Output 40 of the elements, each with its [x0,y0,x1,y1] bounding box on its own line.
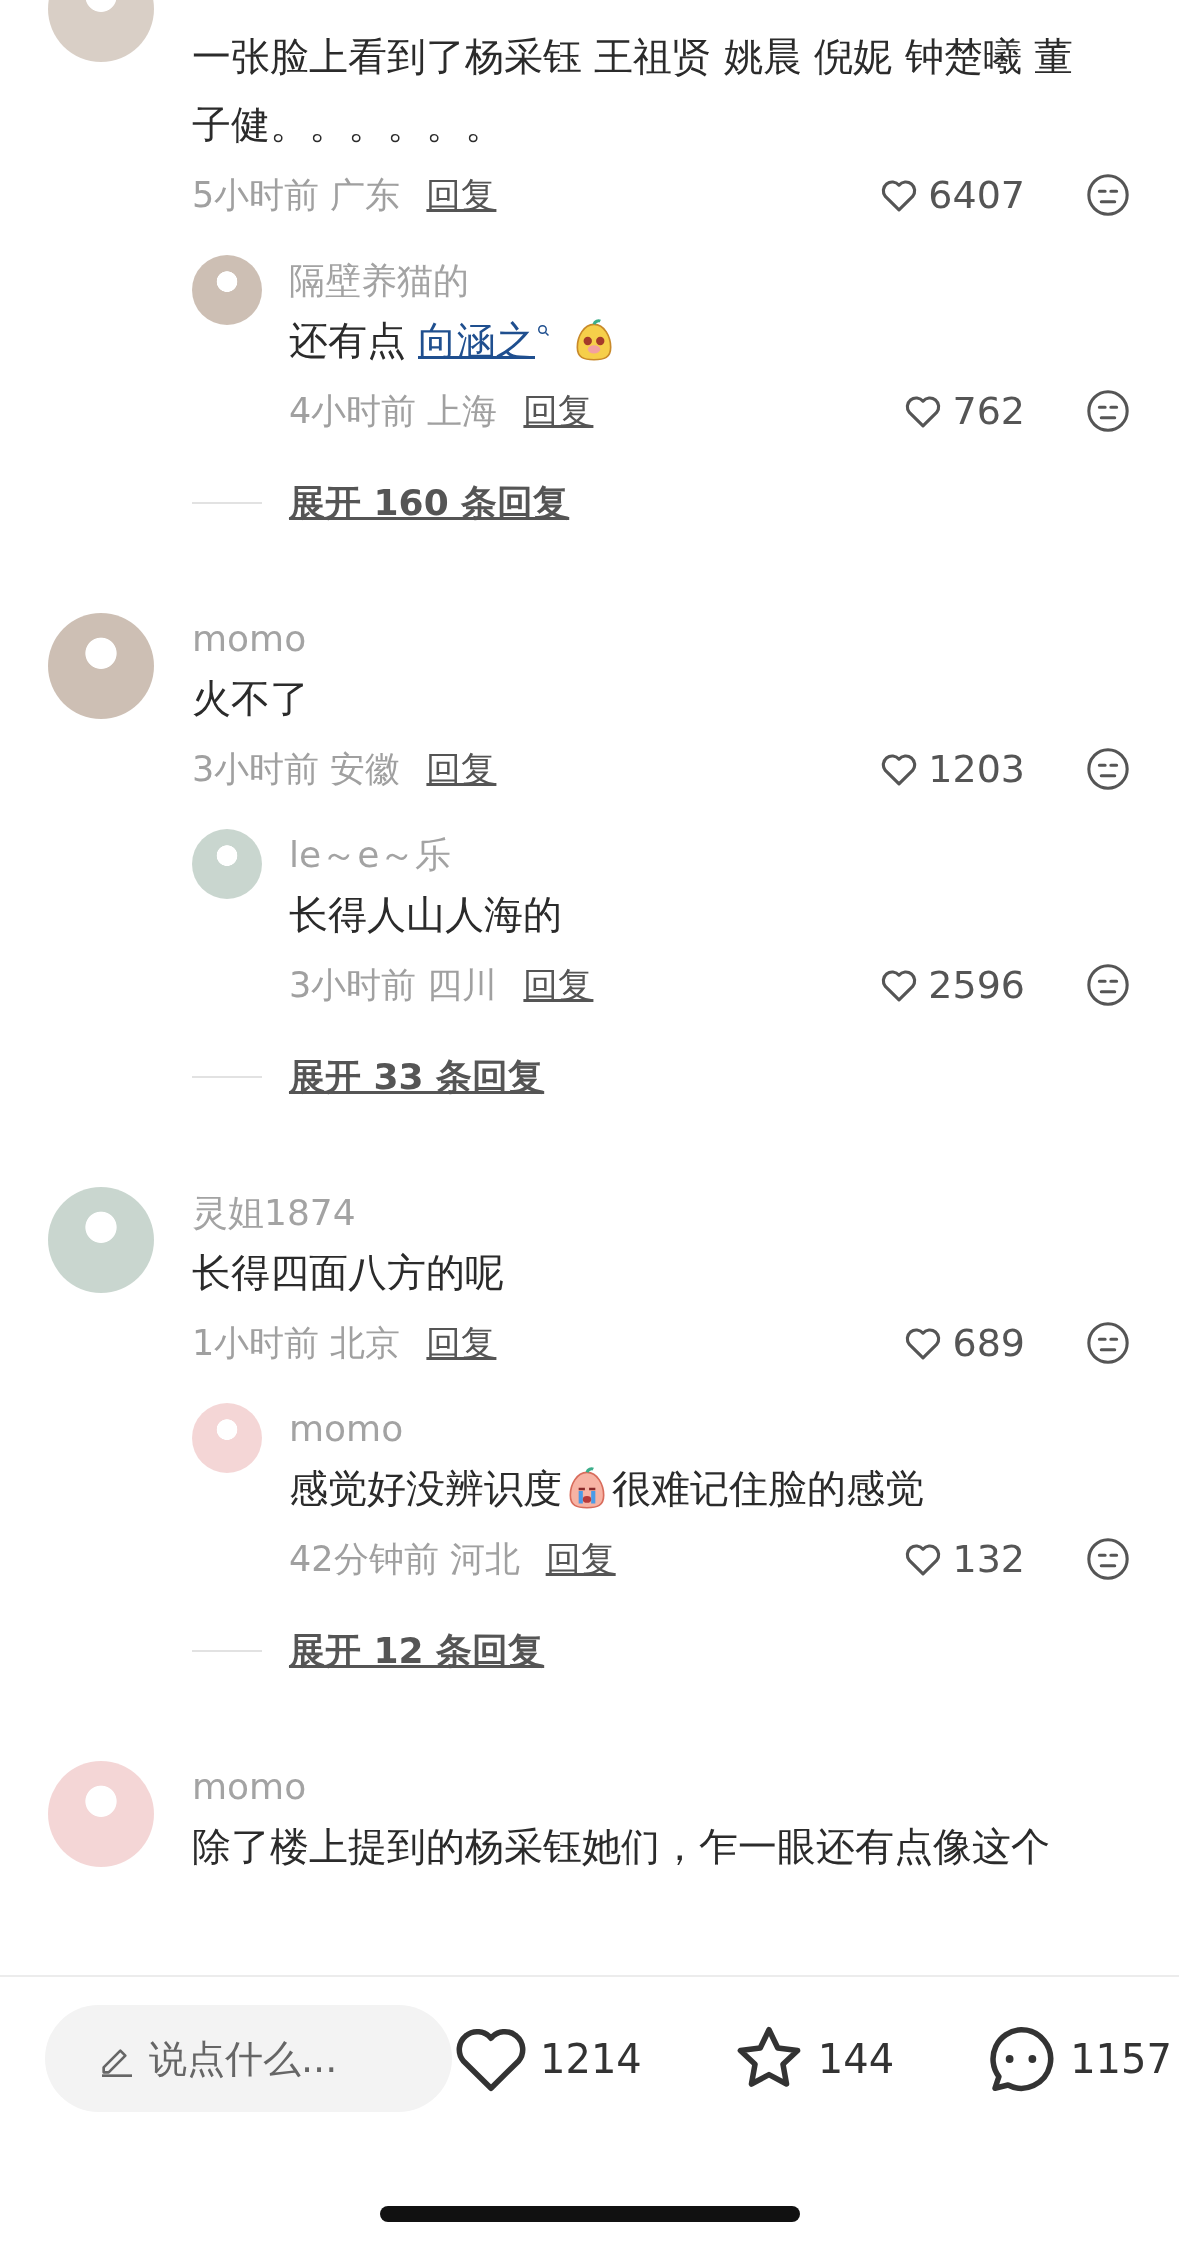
emoji-face-icon[interactable] [1085,1536,1131,1582]
action-count: 1214 [540,2034,642,2084]
reply-link[interactable]: 回复 [426,168,497,222]
like-button[interactable]: 2596 [876,956,1025,1014]
reply-link[interactable]: 回复 [426,742,497,796]
reply-text: 长得人山人海的 [289,891,562,939]
action-count: 1157 [1070,2034,1172,2084]
emoji-face-icon[interactable] [1085,746,1131,792]
reply-text: 感觉好没辨识度 [289,1465,562,1513]
comment-text: 火不了 [192,675,310,723]
expand-replies-link[interactable]: 展开 12 条回复 [289,1624,545,1678]
action-count: 144 [817,2034,895,2084]
comment-meta: 5小时前 广东 [192,173,401,217]
comment-input[interactable]: 说点什么... [45,2005,452,2112]
comment-meta: 1小时前 北京 [192,1321,401,1365]
reply-text: 很难记住脸的感觉 [612,1465,924,1513]
comment-text: 一张脸上看到了杨采钰 王祖贤 姚晨 倪妮 钟楚曦 董子健。。。。。。 [192,33,1074,149]
comment-meta: 3小时前 安徽 [192,747,401,791]
like-button[interactable]: 132 [900,1530,1025,1588]
reply-text: 还有点 [289,317,406,365]
like-button[interactable]: 762 [900,382,1025,440]
comment-text: 除了楼上提到的杨采钰她们，乍一眼还有点像这个 [192,1823,1051,1871]
reply-link[interactable]: 回复 [426,1316,497,1370]
expand-replies-link[interactable]: 展开 160 条回复 [289,476,570,530]
reply-link[interactable]: 回复 [523,384,594,438]
emoji-face-icon[interactable] [1085,172,1131,218]
comment-meta: 3小时前 四川 [289,963,498,1007]
comment-meta: 42分钟前 河北 [289,1537,520,1581]
like-button[interactable]: 6407 [876,166,1025,224]
comment-meta: 4小时前 上海 [289,389,498,433]
reply-link[interactable]: 回复 [545,1532,616,1586]
emoji-face-icon[interactable] [1085,388,1131,434]
like-button[interactable]: 689 [900,1314,1025,1372]
comment-text: 长得四面八方的呢 [192,1249,505,1297]
emoji-face-icon[interactable] [1085,962,1131,1008]
expand-replies-link[interactable]: 展开 33 条回复 [289,1050,545,1104]
emoji-face-icon[interactable] [1085,1320,1131,1366]
reply-link[interactable]: 回复 [523,958,594,1012]
like-button[interactable]: 1203 [876,740,1025,798]
mention-link[interactable]: 向涵之 [418,307,553,375]
